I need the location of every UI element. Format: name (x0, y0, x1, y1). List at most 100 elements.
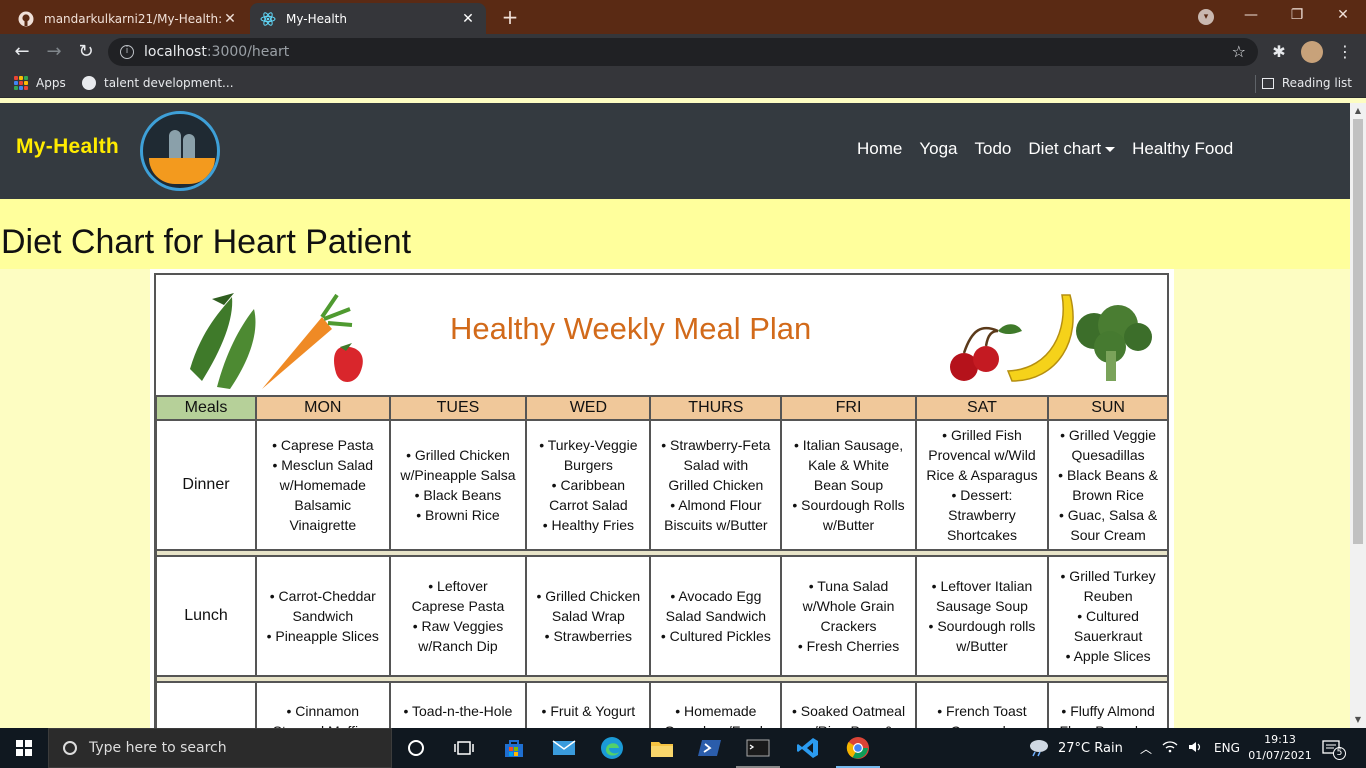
windows-taskbar: Type here to search 27°C Rain ︿ ENG 19:1… (0, 728, 1366, 768)
nav-home[interactable]: Home (857, 139, 902, 159)
table-cell: • Grilled Veggie Quesadillas • Black Bea… (1047, 419, 1169, 551)
notification-icon: 5 (1322, 739, 1346, 760)
info-icon[interactable]: i (120, 45, 134, 59)
mail-icon[interactable] (552, 736, 576, 760)
start-button[interactable] (0, 728, 48, 768)
page-scrollbar[interactable]: ▲ ▼ (1350, 103, 1366, 728)
table-cell: • Caprese Pasta • Mesclun Salad w/Homema… (255, 419, 391, 551)
my-health-logo (140, 111, 220, 191)
column-header: SUN (1047, 395, 1169, 421)
clock-time: 19:13 (1264, 733, 1296, 746)
window-close-icon[interactable]: ✕ (1320, 0, 1366, 34)
address-bar[interactable]: i localhost:3000/heart ☆ (108, 38, 1258, 66)
column-header: TUES (388, 395, 528, 421)
chevron-up-icon[interactable]: ︿ (1140, 740, 1152, 757)
reload-icon[interactable]: ↻ (74, 40, 98, 64)
brand-name[interactable]: My-Health (16, 135, 119, 159)
column-header: SAT (914, 395, 1050, 421)
notification-count: 5 (1333, 747, 1346, 760)
banana-icon (1006, 294, 1074, 382)
clock-date: 01/07/2021 (1248, 749, 1312, 762)
page-viewport: My-Health Home Yoga Todo Diet chart Heal… (0, 103, 1350, 728)
url-path: :3000/heart (206, 44, 290, 60)
bookmark-talent[interactable]: talent development... (82, 76, 234, 90)
nav-links: Home Yoga Todo Diet chart Healthy Food (857, 139, 1233, 159)
wifi-icon[interactable] (1162, 740, 1178, 757)
file-explorer-icon[interactable] (650, 736, 674, 760)
scrollbar-thumb[interactable] (1353, 119, 1363, 544)
github-icon (18, 11, 34, 27)
vscode-icon[interactable] (796, 736, 820, 760)
bookmark-apps[interactable]: Apps (14, 76, 66, 90)
table-cell: • Grilled Chicken w/Pineapple Salsa • Bl… (388, 419, 528, 551)
table-cell: • Fruit & Yogurt (525, 681, 652, 728)
extensions-icon[interactable]: ✱ (1268, 41, 1290, 63)
table-cell: • Turkey-Veggie Burgers • Caribbean Carr… (525, 419, 652, 551)
nav-diet-chart-dropdown[interactable]: Diet chart (1028, 139, 1116, 159)
cortana-icon[interactable] (404, 736, 428, 760)
table-cell: • Grilled Fish Provencal w/Wild Rice & A… (914, 419, 1050, 551)
page-title: Diet Chart for Heart Patient (1, 223, 412, 261)
system-tray: ︿ ENG (1140, 728, 1240, 768)
close-icon[interactable]: ✕ (222, 11, 238, 27)
table-row: Dinner • Caprese Pasta • Mesclun Salad w… (155, 419, 1169, 551)
back-arrow-icon[interactable]: ← (10, 40, 34, 64)
bookmarks-bar: Apps talent development... Reading list (0, 70, 1366, 98)
apps-grid-icon (14, 76, 28, 90)
table-cell: • Cinnamon Streusel Muffins (255, 681, 391, 728)
taskbar-search[interactable]: Type here to search (48, 728, 392, 768)
store-icon[interactable] (502, 736, 526, 760)
meal-plan-title: Healthy Weekly Meal Plan (450, 311, 812, 346)
weather-widget[interactable]: 27°C Rain (1028, 728, 1123, 768)
table-cell: • Strawberry-Feta Salad with Grilled Chi… (649, 419, 783, 551)
powershell-icon[interactable] (698, 736, 722, 760)
reading-list-label: Reading list (1281, 76, 1352, 90)
strawberry-icon (334, 343, 363, 382)
row-label (155, 681, 257, 728)
reading-list-button[interactable]: Reading list (1261, 76, 1352, 90)
cloud-rain-icon (1028, 737, 1050, 760)
table-cell: • Avocado Egg Salad Sandwich • Cultured … (649, 555, 783, 677)
new-tab-button[interactable]: + (498, 5, 522, 29)
windows-logo-icon (16, 740, 32, 756)
browser-tab-my-health[interactable]: My-Health ✕ (250, 3, 486, 34)
column-header: Meals (155, 395, 257, 421)
restore-icon[interactable]: ❐ (1274, 0, 1320, 34)
edge-icon[interactable] (600, 736, 624, 760)
table-cell: • Fluffy Almond Flour Pancakes (1047, 681, 1169, 728)
table-cell: • Leftover Caprese Pasta • Raw Veggies w… (388, 555, 528, 677)
terminal-icon[interactable] (746, 736, 770, 760)
meal-plan-table: Meals MON TUES WED THURS FRI SAT SUN Din… (155, 395, 1169, 728)
nav-todo[interactable]: Todo (975, 139, 1012, 159)
menu-kebab-icon[interactable]: ⋮ (1334, 41, 1356, 63)
tab-search-icon[interactable]: ▾ (1198, 9, 1214, 25)
forward-arrow-icon[interactable]: → (42, 40, 66, 64)
scroll-down-arrow-icon[interactable]: ▼ (1353, 715, 1363, 725)
minimize-icon[interactable]: — (1228, 0, 1274, 34)
browser-tab-github[interactable]: mandarkulkarni21/My-Health: W ✕ (8, 3, 248, 34)
table-cell: • French Toast Casserole (914, 681, 1050, 728)
volume-icon[interactable] (1188, 740, 1204, 757)
scroll-up-arrow-icon[interactable]: ▲ (1353, 106, 1363, 116)
chrome-icon[interactable] (846, 736, 870, 760)
broccoli-icon (1076, 305, 1152, 381)
close-icon[interactable]: ✕ (460, 11, 476, 27)
nav-healthy-food[interactable]: Healthy Food (1132, 139, 1233, 159)
tab-title: My-Health (286, 11, 347, 26)
table-cell: • Toad-n-the-Hole (388, 681, 528, 728)
table-row: • Cinnamon Streusel Muffins • Toad-n-the… (155, 681, 1169, 728)
table-cell: • Leftover Italian Sausage Soup • Sourdo… (914, 555, 1050, 677)
vegetables-illustration (190, 293, 363, 389)
caret-down-icon (1105, 147, 1116, 153)
bookmark-star-icon[interactable]: ☆ (1232, 42, 1246, 61)
task-view-icon[interactable] (452, 736, 476, 760)
table-cell: • Soaked Oatmeal w/Ripe Pear & (780, 681, 917, 728)
row-label: Lunch (155, 555, 257, 677)
column-header: THURS (649, 395, 783, 421)
clock[interactable]: 19:13 01/07/2021 (1248, 732, 1312, 764)
profile-avatar[interactable] (1301, 41, 1323, 63)
notification-center-button[interactable]: 5 (1322, 728, 1346, 768)
search-placeholder: Type here to search (89, 740, 227, 756)
nav-yoga[interactable]: Yoga (919, 139, 957, 159)
language-indicator[interactable]: ENG (1214, 741, 1240, 755)
